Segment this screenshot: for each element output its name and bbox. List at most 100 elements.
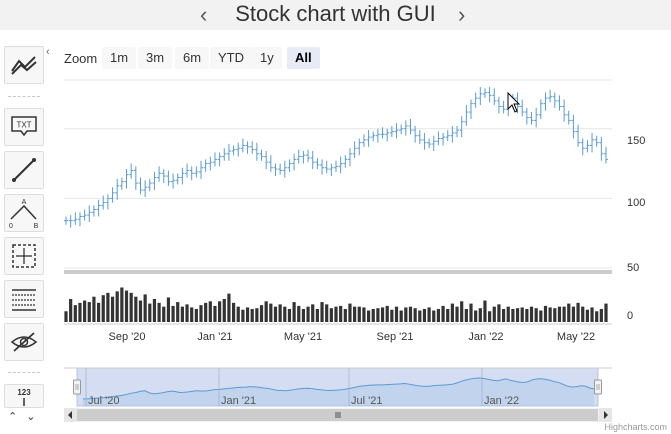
volume-column bbox=[599, 308, 603, 322]
volume-column bbox=[488, 311, 492, 322]
volume-column bbox=[571, 306, 576, 322]
volume-column bbox=[543, 305, 548, 322]
volume-column bbox=[511, 308, 515, 322]
navigator-tick-label: Jul '21 bbox=[351, 395, 382, 407]
x-axis-tick-label: May '22 bbox=[557, 331, 595, 343]
volume-column bbox=[273, 306, 278, 322]
volume-column bbox=[520, 307, 524, 322]
volume-column bbox=[106, 292, 110, 322]
volume-column bbox=[427, 307, 431, 322]
volume-column bbox=[357, 306, 361, 322]
volume-column bbox=[567, 303, 571, 322]
volume-column bbox=[539, 310, 543, 322]
volume-column bbox=[199, 305, 203, 322]
volume-column bbox=[353, 306, 357, 322]
grid-lines bbox=[64, 79, 612, 269]
volume-column bbox=[231, 302, 236, 322]
credits-link[interactable]: Highcharts.com bbox=[604, 422, 667, 432]
volume-column bbox=[110, 296, 115, 322]
navigator-tick-label: Jan '22 bbox=[484, 395, 519, 407]
volume-column bbox=[408, 306, 413, 322]
volume-column bbox=[483, 300, 487, 322]
volume-column bbox=[255, 308, 259, 322]
navigator-tick-label: Jul '20 bbox=[88, 395, 119, 407]
volume-column bbox=[371, 308, 375, 322]
volume-column bbox=[115, 291, 119, 322]
volume-column bbox=[348, 303, 352, 322]
volume-column bbox=[245, 307, 250, 322]
volume-column bbox=[315, 308, 319, 322]
volume-column bbox=[297, 305, 301, 322]
navigator-handle-right[interactable] bbox=[594, 379, 602, 395]
volume-column bbox=[148, 303, 152, 322]
volume-column bbox=[404, 307, 408, 322]
volume-column bbox=[515, 308, 520, 322]
volume-column bbox=[287, 308, 292, 322]
navigator-tick-label: Jan '21 bbox=[221, 395, 256, 407]
volume-column bbox=[418, 310, 422, 322]
volume-column bbox=[138, 300, 143, 322]
volume-column bbox=[301, 308, 306, 322]
volume-column bbox=[78, 302, 82, 322]
volume-axis-tick-label: 50 bbox=[627, 262, 639, 274]
volume-column bbox=[96, 302, 101, 322]
volume-column bbox=[213, 305, 217, 322]
pane-separator[interactable] bbox=[64, 270, 612, 274]
volume-column bbox=[441, 305, 445, 322]
volume-column bbox=[464, 308, 468, 322]
volume-column bbox=[436, 308, 441, 322]
scrollbar-thumb[interactable] bbox=[77, 409, 598, 421]
volume-column bbox=[208, 301, 212, 322]
volume-column bbox=[218, 301, 222, 322]
volume-column bbox=[222, 299, 226, 322]
volume-column bbox=[292, 302, 296, 322]
volume-column bbox=[250, 308, 254, 322]
volume-column bbox=[176, 302, 180, 322]
volume-column bbox=[152, 299, 157, 322]
volume-column bbox=[283, 306, 287, 322]
volume-column bbox=[334, 306, 338, 322]
volume-column bbox=[478, 308, 482, 322]
y-axis-tick-label: 150 bbox=[627, 135, 645, 147]
x-axis-tick-label: May '21 bbox=[284, 331, 322, 343]
navigator-handle-left[interactable] bbox=[73, 379, 81, 395]
volume-column bbox=[576, 302, 580, 322]
volume-column bbox=[162, 306, 166, 322]
volume-column bbox=[259, 305, 264, 322]
volume-column bbox=[604, 303, 608, 322]
x-axis-tick-label: Sep '21 bbox=[377, 331, 414, 343]
volume-column bbox=[320, 302, 324, 322]
stock-chart[interactable]: Sep '20 Jan '21 May '21 Sep '21 Jan '22 May '… bbox=[0, 0, 671, 434]
volume-column bbox=[87, 302, 91, 322]
volume-column bbox=[227, 293, 231, 322]
x-axis-tick-label: Sep '20 bbox=[109, 331, 146, 343]
volume-column bbox=[166, 297, 171, 322]
volume-column bbox=[399, 310, 403, 322]
ohlc-series bbox=[64, 86, 608, 228]
volume-column bbox=[376, 308, 380, 322]
volume-axis-tick-label: 0 bbox=[627, 310, 633, 322]
volume-column bbox=[157, 302, 161, 322]
scrollbar[interactable] bbox=[64, 408, 612, 422]
x-axis-tick-label: Jan '21 bbox=[197, 331, 232, 343]
navigator[interactable]: Jul '20 Jan '21 Jul '21 Jan '22 bbox=[64, 367, 612, 407]
volume-column bbox=[311, 304, 315, 322]
volume-column bbox=[590, 307, 594, 322]
volume-column bbox=[413, 308, 417, 322]
volume-column bbox=[190, 307, 194, 322]
volume-column bbox=[501, 308, 506, 322]
volume-column bbox=[492, 306, 496, 322]
volume-column bbox=[366, 310, 371, 322]
volume-column bbox=[264, 301, 268, 322]
volume-column bbox=[83, 300, 87, 322]
volume-column bbox=[92, 296, 96, 322]
volume-column bbox=[134, 296, 138, 322]
volume-column bbox=[460, 301, 464, 322]
volume-column bbox=[339, 305, 343, 322]
volume-column bbox=[241, 309, 245, 322]
volume-column bbox=[585, 309, 589, 322]
volume-column bbox=[143, 294, 147, 322]
volume-column bbox=[474, 310, 478, 322]
volume-column bbox=[204, 302, 208, 322]
volume-column bbox=[394, 306, 399, 322]
